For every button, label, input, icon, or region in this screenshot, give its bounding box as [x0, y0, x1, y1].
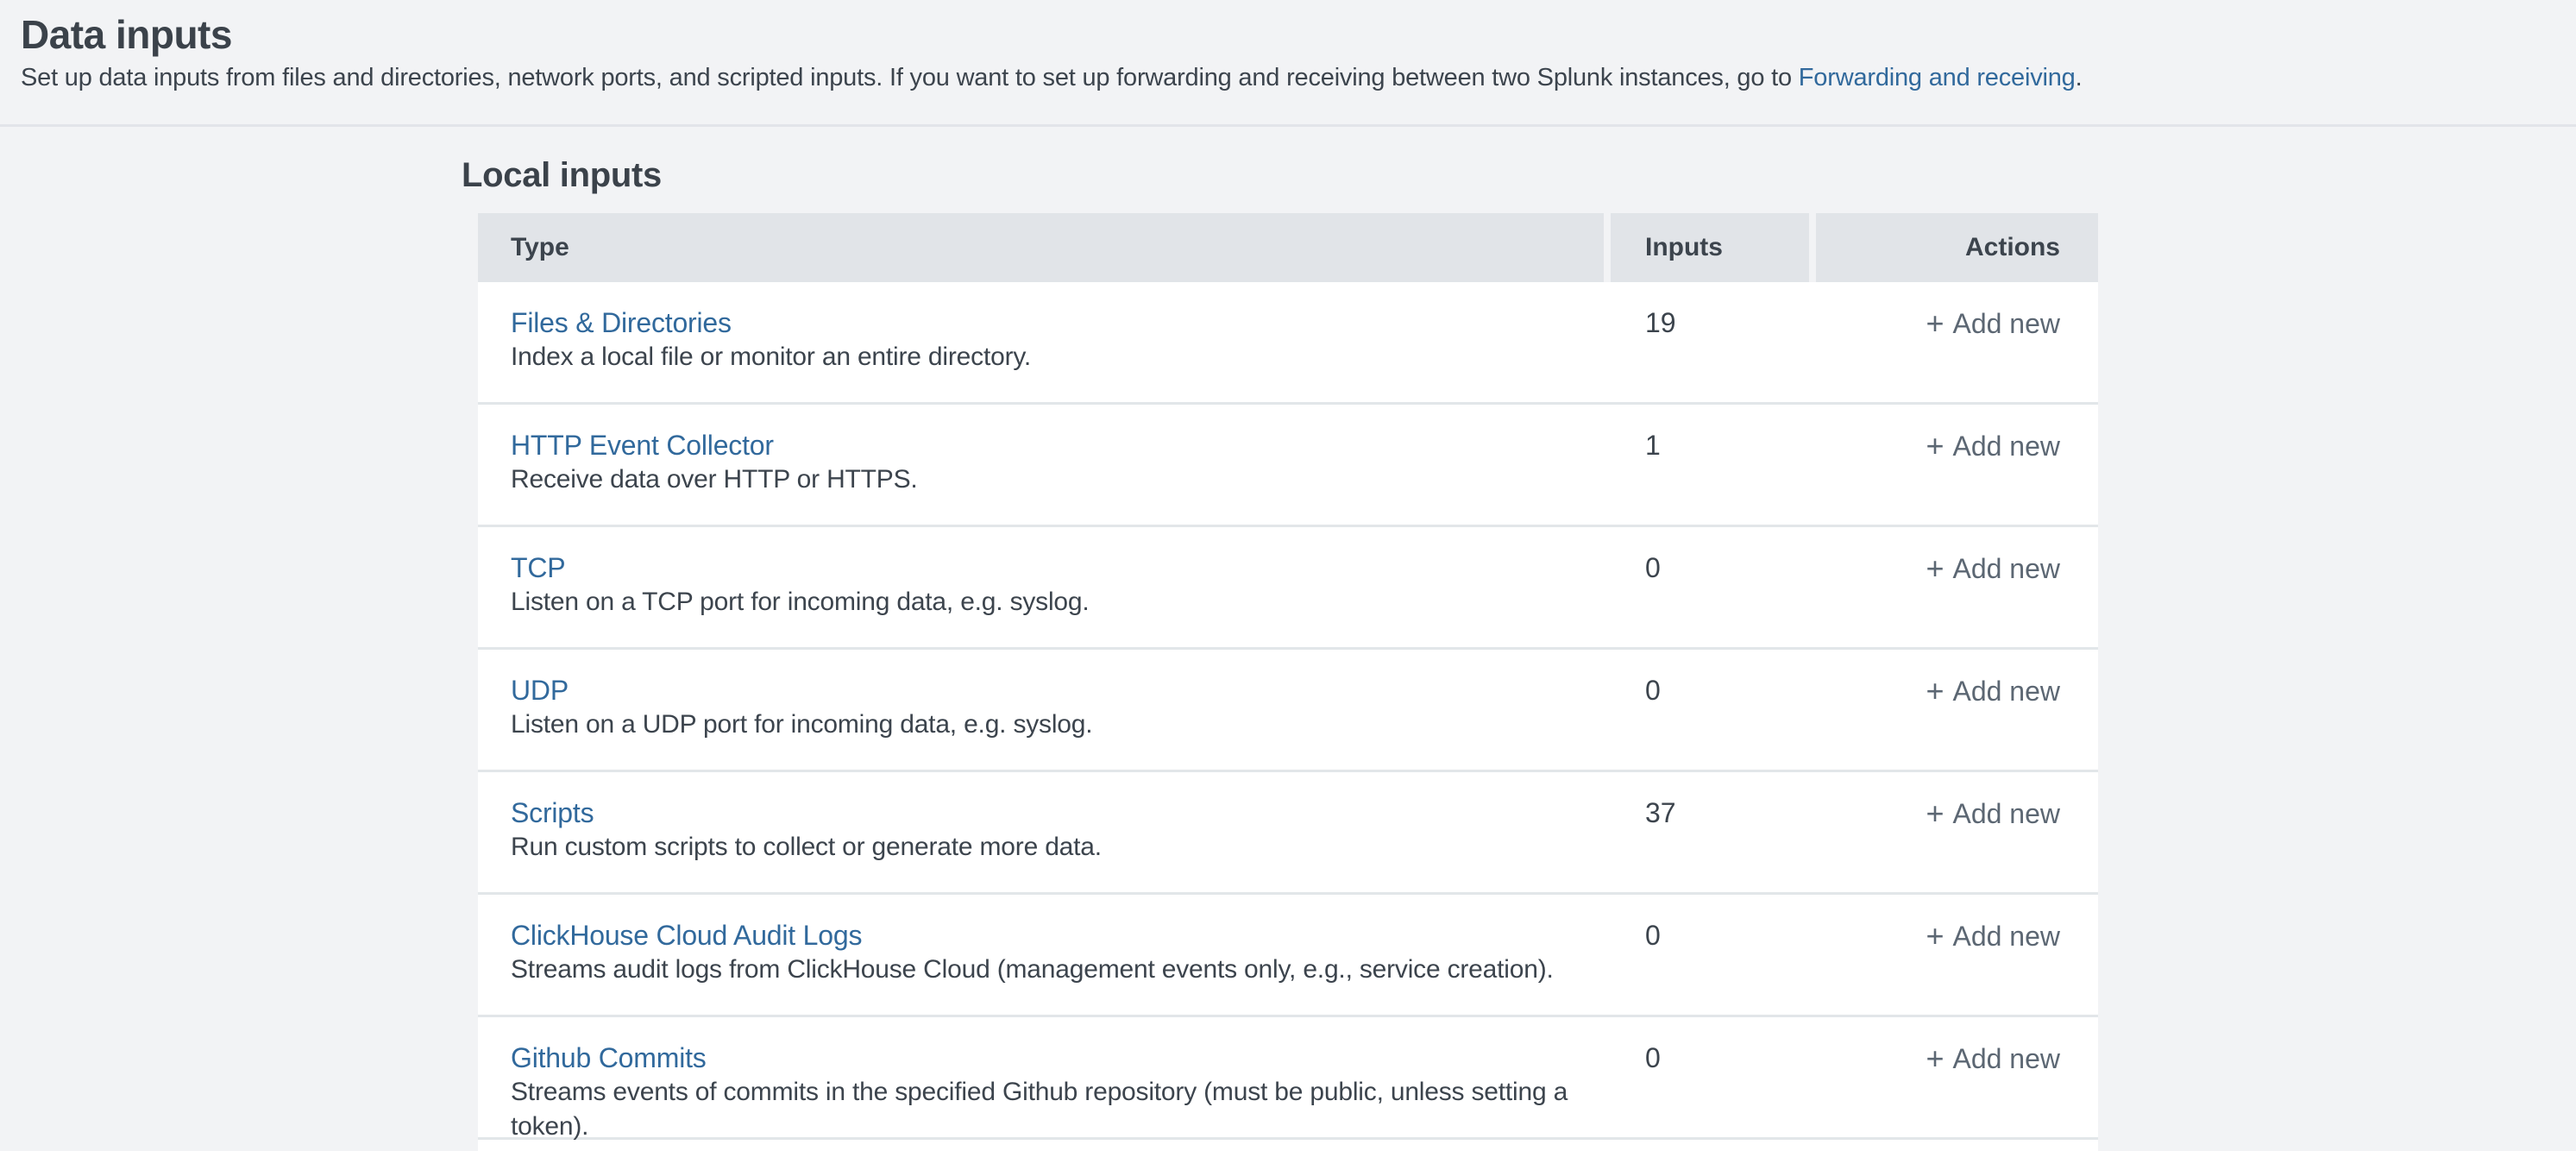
actions-cell: + Add new — [1816, 796, 2098, 892]
add-new-label: Add new — [1952, 553, 2060, 584]
add-new-label: Add new — [1952, 921, 2060, 952]
plus-icon: + — [1926, 1041, 1944, 1076]
input-type-link[interactable]: ClickHouse Cloud Audit Logs — [511, 918, 862, 953]
add-new-link[interactable]: + Add new — [1926, 1041, 2060, 1076]
inputs-count-cell: 0 — [1611, 550, 1809, 647]
type-cell: UDP Listen on a UDP port for incoming da… — [478, 673, 1604, 770]
input-type-link[interactable]: Files & Directories — [511, 305, 732, 340]
inputs-count: 19 — [1645, 307, 1676, 338]
add-new-label: Add new — [1952, 308, 2060, 339]
content-area: Local inputs Type Inputs Actions Files &… — [0, 154, 2576, 1151]
table-row: Files & Directories Index a local file o… — [478, 282, 2098, 405]
actions-cell: + Add new — [1816, 673, 2098, 770]
inputs-count: 0 — [1645, 675, 1661, 706]
inputs-count-cell: 0 — [1611, 673, 1809, 770]
add-new-label: Add new — [1952, 676, 2060, 707]
type-cell: Github Commits Streams events of commits… — [478, 1041, 1604, 1137]
plus-icon: + — [1926, 796, 1944, 831]
inputs-count: 0 — [1645, 920, 1661, 951]
plus-icon: + — [1926, 918, 1944, 953]
plus-icon: + — [1926, 305, 1944, 341]
inputs-count: 0 — [1645, 552, 1661, 583]
input-type-description: Streams audit logs from ClickHouse Cloud… — [511, 953, 1604, 987]
plus-icon: + — [1926, 673, 1944, 708]
input-type-description: Listen on a UDP port for incoming data, … — [511, 708, 1604, 742]
input-type-link[interactable]: TCP — [511, 550, 565, 585]
input-type-link[interactable]: UDP — [511, 673, 569, 708]
add-new-label: Add new — [1952, 431, 2060, 462]
inputs-count: 0 — [1645, 1042, 1661, 1073]
inputs-count-cell: 19 — [1611, 305, 1809, 402]
type-cell: Scripts Run custom scripts to collect or… — [478, 796, 1604, 892]
add-new-link[interactable]: + Add new — [1926, 796, 2060, 831]
input-type-description: Streams events of commits in the specifi… — [511, 1075, 1604, 1144]
actions-cell: + Add new — [1816, 428, 2098, 525]
column-header-inputs: Inputs — [1611, 213, 1809, 282]
page-subtitle: Set up data inputs from files and direct… — [21, 60, 2541, 95]
subtitle-period: . — [2076, 64, 2083, 91]
type-cell: HTTP Event Collector Receive data over H… — [478, 428, 1604, 525]
forwarding-and-receiving-link[interactable]: Forwarding and receiving — [1799, 64, 2076, 91]
data-inputs-page: Data inputs Set up data inputs from file… — [0, 0, 2576, 1151]
type-cell: ClickHouse Cloud Audit Logs Streams audi… — [478, 918, 1604, 1015]
inputs-count-cell: 0 — [1611, 1041, 1809, 1137]
table-row: TCP Listen on a TCP port for incoming da… — [478, 527, 2098, 650]
type-cell: TCP Listen on a TCP port for incoming da… — [478, 550, 1604, 647]
input-type-description: Run custom scripts to collect or generat… — [511, 830, 1604, 865]
table-row: Github Commits Streams events of commits… — [478, 1017, 2098, 1140]
actions-cell: + Add new — [1816, 550, 2098, 647]
inputs-count-cell: 1 — [1611, 428, 1809, 525]
page-title: Data inputs — [21, 12, 2541, 57]
plus-icon: + — [1926, 550, 1944, 586]
add-new-link[interactable]: + Add new — [1926, 428, 2060, 463]
add-new-link[interactable]: + Add new — [1926, 305, 2060, 341]
table-body: Files & Directories Index a local file o… — [478, 282, 2098, 1140]
input-type-description: Receive data over HTTP or HTTPS. — [511, 462, 1604, 497]
add-new-label: Add new — [1952, 798, 2060, 829]
inputs-count: 37 — [1645, 797, 1676, 828]
table-row: Scripts Run custom scripts to collect or… — [478, 772, 2098, 895]
type-cell: Files & Directories Index a local file o… — [478, 305, 1604, 402]
table-row: HTTP Event Collector Receive data over H… — [478, 405, 2098, 527]
column-header-actions: Actions — [1816, 213, 2098, 282]
add-new-link[interactable]: + Add new — [1926, 550, 2060, 586]
add-new-label: Add new — [1952, 1043, 2060, 1074]
subtitle-text: Set up data inputs from files and direct… — [21, 64, 1799, 91]
table-row: ClickHouse Cloud Audit Logs Streams audi… — [478, 895, 2098, 1017]
inputs-count-cell: 0 — [1611, 918, 1809, 1015]
local-inputs-table: Type Inputs Actions Files & Directories … — [478, 213, 2098, 1151]
table-row: UDP Listen on a UDP port for incoming da… — [478, 650, 2098, 772]
inputs-count: 1 — [1645, 430, 1661, 461]
add-new-link[interactable]: + Add new — [1926, 918, 2060, 953]
table-header-row: Type Inputs Actions — [478, 213, 2098, 282]
input-type-link[interactable]: Scripts — [511, 796, 594, 830]
input-type-link[interactable]: Github Commits — [511, 1041, 707, 1075]
actions-cell: + Add new — [1816, 918, 2098, 1015]
page-header: Data inputs Set up data inputs from file… — [0, 0, 2576, 127]
plus-icon: + — [1926, 428, 1944, 463]
column-header-type: Type — [478, 213, 1604, 282]
input-type-description: Index a local file or monitor an entire … — [511, 340, 1604, 374]
section-heading-local-inputs: Local inputs — [462, 154, 2576, 196]
input-type-link[interactable]: HTTP Event Collector — [511, 428, 774, 462]
add-new-link[interactable]: + Add new — [1926, 673, 2060, 708]
inputs-count-cell: 37 — [1611, 796, 1809, 892]
input-type-description: Listen on a TCP port for incoming data, … — [511, 585, 1604, 620]
actions-cell: + Add new — [1816, 305, 2098, 402]
actions-cell: + Add new — [1816, 1041, 2098, 1137]
